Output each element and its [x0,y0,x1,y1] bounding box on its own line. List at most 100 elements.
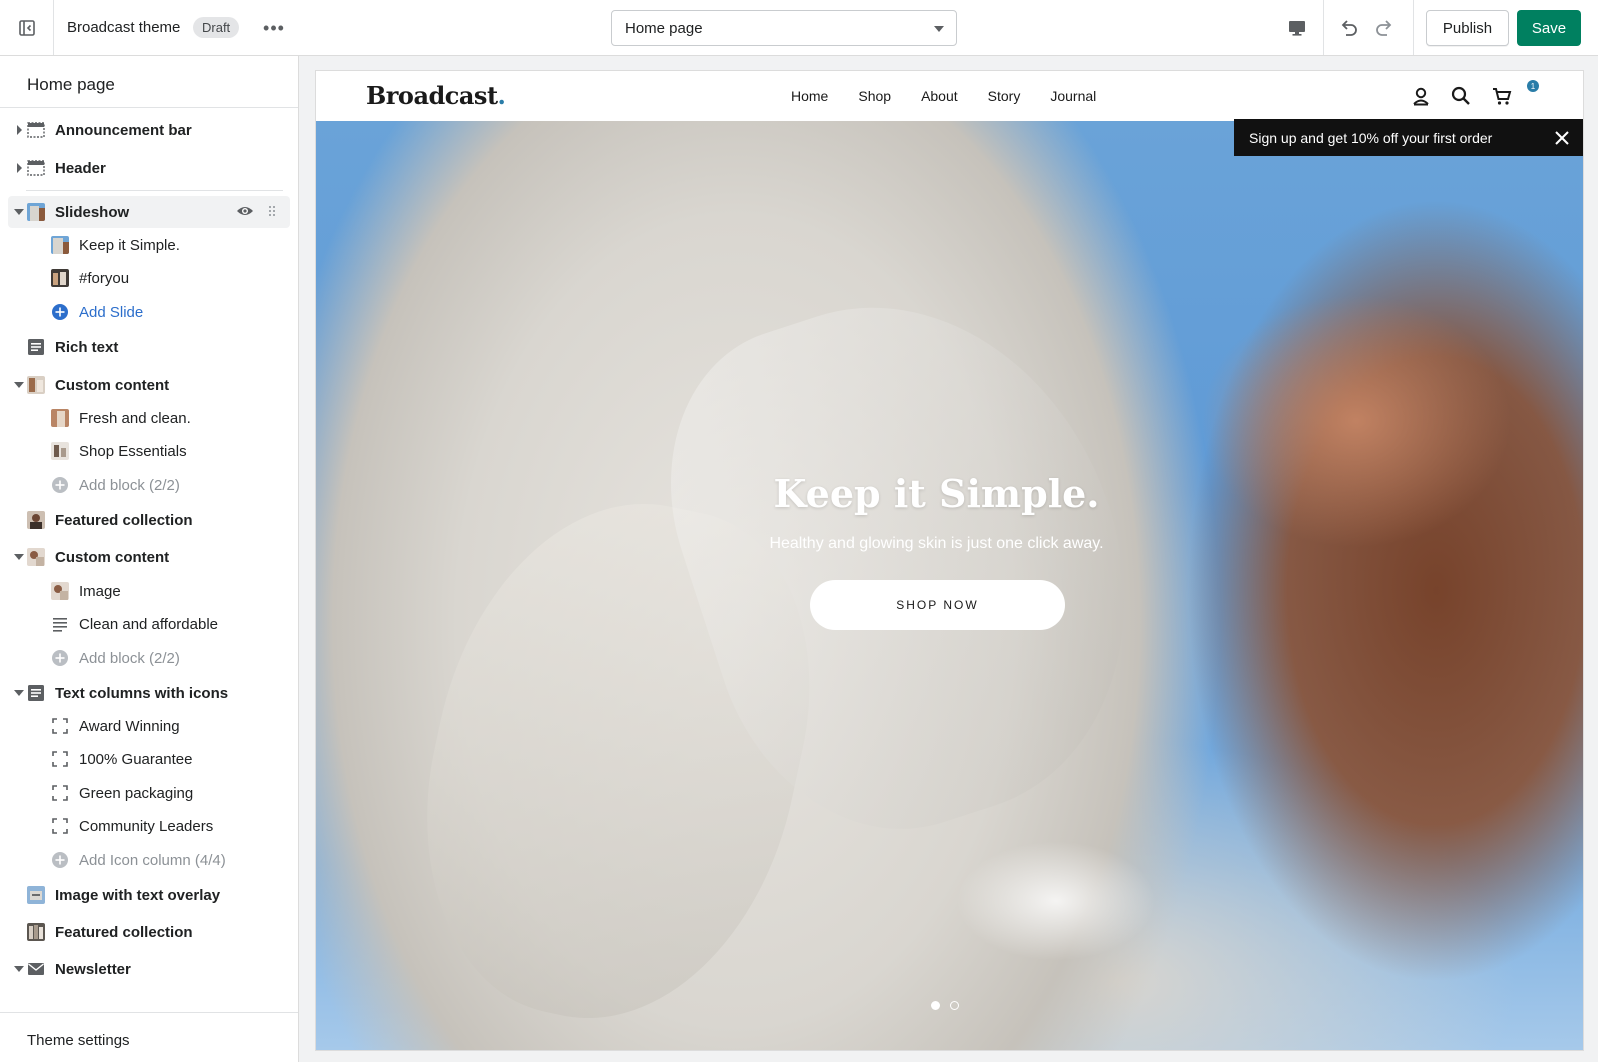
shop-now-button[interactable]: SHOP NOW [810,580,1065,630]
hero-subtitle: Healthy and glowing skin is just one cli… [769,535,1104,552]
block-green-packaging[interactable]: Green packaging [8,777,290,809]
desktop-icon [1289,21,1305,36]
slide-pagination [931,1001,959,1010]
promo-popup: Sign up and get 10% off your first order [1234,119,1583,156]
add-slide-button[interactable]: Add Slide [8,296,290,328]
slide-thumbnail [51,269,69,287]
chevron-right-icon[interactable] [17,163,22,173]
search-icon[interactable] [1450,85,1472,107]
publish-button[interactable]: Publish [1426,10,1509,46]
add-block-button[interactable]: Add block (2/2) [8,469,290,501]
close-icon[interactable] [1554,130,1570,146]
chevron-down-icon[interactable] [14,966,24,972]
chevron-down-icon [934,26,944,32]
chevron-right-icon[interactable] [17,125,22,135]
block-label: Shop Essentials [79,443,187,460]
nav-link-home[interactable]: Home [791,88,828,104]
eye-icon[interactable] [236,204,254,218]
section-announcement-bar[interactable]: Announcement bar [8,114,290,146]
plus-circle-icon [52,852,68,868]
nav-link-journal[interactable]: Journal [1050,88,1096,104]
block-foryou[interactable]: #foryou [8,262,290,294]
block-keep-it-simple[interactable]: Keep it Simple. [8,229,290,261]
divider [0,107,298,108]
undo-button[interactable] [1333,12,1363,44]
block-100-guarantee[interactable]: 100% Guarantee [8,743,290,775]
add-icon-column-button[interactable]: Add Icon column (4/4) [8,844,290,876]
account-icon[interactable] [1410,85,1432,107]
frame-icon [52,751,68,767]
slide-dot-active[interactable] [931,1001,940,1010]
main-nav: Home Shop About Story Journal [791,88,1126,104]
page-select[interactable]: Home page [611,10,957,46]
section-rich-text[interactable]: Rich text [8,331,290,363]
divider [26,190,283,191]
nav-link-shop[interactable]: Shop [858,88,891,104]
section-label: Slideshow [55,204,130,221]
add-block-button[interactable]: Add block (2/2) [8,642,290,674]
section-image-with-text-overlay[interactable]: Image with text overlay [8,879,290,911]
plus-circle-icon [52,650,68,666]
plus-circle-icon [52,477,68,493]
envelope-icon [28,963,44,975]
block-label: Keep it Simple. [79,237,180,254]
hero-title: Keep it Simple. [773,471,1100,516]
exit-button[interactable] [0,0,54,55]
drag-handle-icon[interactable] [268,205,276,217]
section-header[interactable]: Header [8,152,290,184]
section-featured-collection[interactable]: Featured collection [8,916,290,948]
block-label: Add Icon column (4/4) [79,852,226,869]
chevron-down-icon[interactable] [14,382,24,388]
chevron-down-icon[interactable] [14,209,24,215]
frame-icon [52,818,68,834]
block-award-winning[interactable]: Award Winning [8,710,290,742]
editor-topbar: Broadcast theme Draft ••• Home page Publ… [0,0,1598,56]
chevron-down-icon[interactable] [14,554,24,560]
section-newsletter[interactable]: Newsletter [8,953,290,985]
cart-count-badge: 1 [1527,80,1539,92]
save-button[interactable]: Save [1517,10,1581,46]
block-thumbnail [51,582,69,600]
redo-button[interactable] [1370,12,1400,44]
block-fresh-and-clean[interactable]: Fresh and clean. [8,402,290,434]
block-label: Community Leaders [79,818,214,835]
slide-dot[interactable] [950,1001,959,1010]
section-featured-collection[interactable]: Featured collection [8,504,290,536]
nav-link-about[interactable]: About [921,88,958,104]
section-label: Custom content [55,549,170,566]
block-label: 100% Guarantee [79,751,193,768]
store-logo[interactable]: Broadcast. [366,81,506,110]
block-image[interactable]: Image [8,575,290,607]
section-custom-content[interactable]: Custom content [8,369,290,401]
desktop-view-button[interactable] [1281,12,1313,44]
text-block-icon [28,685,44,701]
undo-icon [1341,20,1357,36]
block-community-leaders[interactable]: Community Leaders [8,810,290,842]
site-header: Broadcast. Home Shop About Story Journal… [316,71,1583,121]
more-actions-button[interactable]: ••• [259,14,289,42]
block-thumbnail [51,409,69,427]
block-shop-essentials[interactable]: Shop Essentials [8,435,290,467]
announcement-bar-icon [27,122,45,138]
block-clean-and-affordable[interactable]: Clean and affordable [8,608,290,640]
sidebar-title: Home page [27,75,115,94]
featured-collection-thumbnail [27,923,45,941]
divider [0,1012,298,1013]
theme-name: Broadcast theme [67,19,181,36]
chevron-down-icon[interactable] [14,690,24,696]
text-lines-icon [53,618,67,632]
image-overlay-thumbnail [27,886,45,904]
divider [1413,0,1414,55]
section-custom-content[interactable]: Custom content [8,541,290,573]
nav-link-story[interactable]: Story [988,88,1021,104]
section-text-columns-with-icons[interactable]: Text columns with icons [8,677,290,709]
hero-slideshow: Keep it Simple. Healthy and glowing skin… [316,121,1583,1050]
cart-icon[interactable] [1491,85,1513,107]
block-label: Add block (2/2) [79,477,180,494]
section-label: Featured collection [55,512,193,529]
more-horizontal-icon: ••• [263,17,285,38]
block-label: Clean and affordable [79,616,218,633]
section-slideshow[interactable]: Slideshow [8,196,290,228]
theme-settings-link[interactable]: Theme settings [27,1032,130,1049]
section-label: Featured collection [55,924,193,941]
